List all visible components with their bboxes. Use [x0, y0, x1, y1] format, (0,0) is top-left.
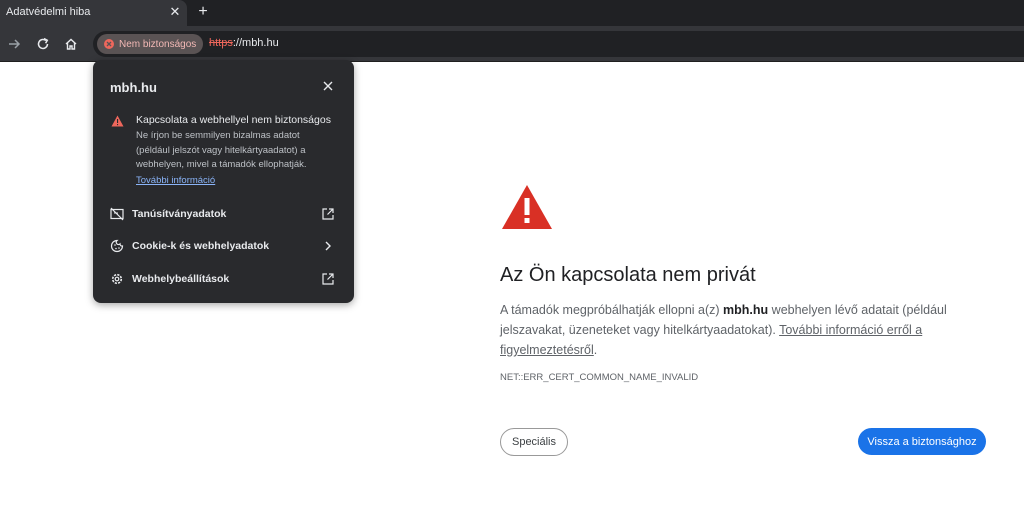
popup-warning-icon	[111, 115, 124, 127]
popup-learn-more-link[interactable]: További információ	[136, 175, 215, 186]
popup-row-site-settings[interactable]: Webhelybeállítások	[93, 264, 354, 296]
back-to-safety-button[interactable]: Vissza a biztonsághoz	[858, 428, 986, 455]
page-description: A támadók megpróbálhatják ellopni a(z) m…	[500, 300, 970, 360]
advanced-button[interactable]: Speciális	[500, 428, 568, 456]
tab-close-icon[interactable]: ✕	[168, 4, 182, 20]
warning-triangle-icon	[502, 185, 552, 229]
page-title: Az Ön kapcsolata nem privát	[500, 264, 756, 286]
settings-icon	[111, 273, 123, 285]
desc-domain: mbh.hu	[723, 303, 769, 317]
popup-warning-body: Ne írjon be semmilyen bizalmas adatot (p…	[136, 130, 307, 170]
url-scheme: https	[209, 37, 233, 49]
forward-icon[interactable]	[5, 35, 23, 53]
cookie-icon	[110, 239, 124, 253]
url-host: ://mbh.hu	[232, 37, 279, 49]
error-code: NET::ERR_CERT_COMMON_NAME_INVALID	[500, 372, 699, 383]
security-chip-label: Nem biztonságos	[119, 38, 197, 50]
desc-text-1: A támadók megpróbálhatják ellopni a(z)	[500, 303, 724, 317]
new-tab-button[interactable]: +	[195, 2, 211, 22]
popup-close-icon[interactable]	[321, 79, 335, 93]
popup-row-certificate[interactable]: Tanúsítványadatok	[93, 199, 354, 231]
popup-row-label: Tanúsítványadatok	[132, 208, 227, 220]
security-chip[interactable]: Nem biztonságos	[97, 34, 203, 54]
external-link-icon	[322, 208, 334, 220]
tab-title: Adatvédelmi hiba	[6, 6, 91, 18]
popup-domain: mbh.hu	[110, 80, 157, 95]
certificate-icon	[110, 207, 124, 221]
reload-icon[interactable]	[34, 35, 52, 53]
tab-strip: Adatvédelmi hiba ✕ +	[0, 0, 1024, 26]
popup-row-label: Cookie-k és webhelyadatok	[132, 240, 270, 252]
active-tab[interactable]: Adatvédelmi hiba ✕	[0, 0, 187, 26]
popup-row-label: Webhelybeállítások	[132, 273, 230, 285]
site-info-popup: mbh.hu Kapcsolata a webhellyel nem bizto…	[93, 60, 354, 303]
toolbar: Nem biztonságos https://mbh.hu	[0, 26, 1024, 62]
external-link-icon	[322, 273, 334, 285]
not-secure-icon	[104, 39, 114, 49]
popup-warning-title: Kapcsolata a webhellyel nem biztonságos	[136, 114, 331, 126]
popup-row-cookies[interactable]: Cookie-k és webhelyadatok	[93, 231, 354, 263]
desc-end: .	[593, 343, 598, 357]
chevron-right-icon	[325, 241, 331, 251]
home-icon[interactable]	[62, 35, 80, 53]
url-text[interactable]: https://mbh.hu	[209, 37, 279, 49]
address-bar[interactable]: Nem biztonságos https://mbh.hu	[93, 31, 1024, 57]
